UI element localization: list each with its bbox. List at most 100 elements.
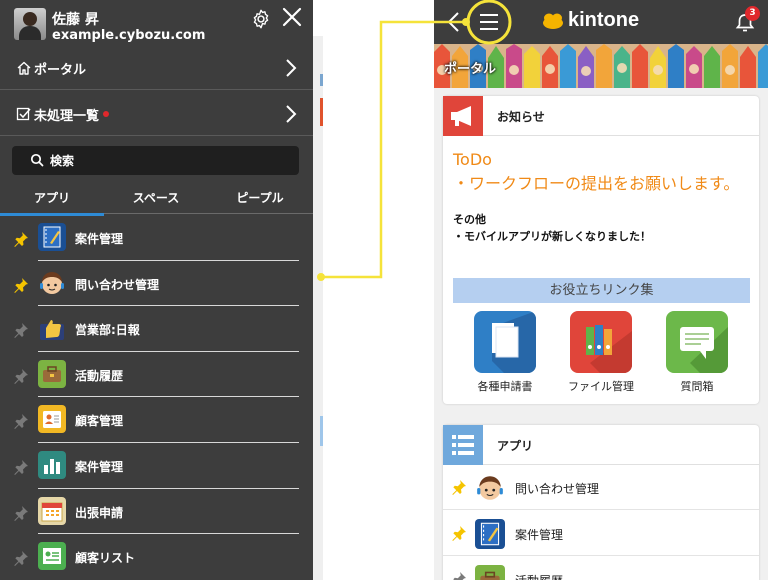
underlying-screen-edge [313,36,323,580]
link-label: 質問箱 [680,380,714,393]
app-name: 問い合わせ管理 [75,277,160,292]
list-item[interactable]: 顧客管理 [0,397,313,443]
divider [443,509,759,510]
search-label: 検索 [50,154,75,168]
app-name: 出張申請 [75,505,124,520]
home-icon [17,61,31,75]
todo-heading: ToDo [453,150,492,169]
pin-icon[interactable] [13,459,29,475]
other-text: その他 ・モバイルアプリが新しくなりました！ [453,211,651,245]
drawer-app-list: 案件管理 問い合わせ管理 営業部:日報 活動履歴 顧客管理 案件管理 出張申請 … [0,215,313,580]
document-icon [474,311,536,373]
megaphone-icon [443,96,483,136]
top-bar: kintone 3 [434,0,768,44]
list-item[interactable]: 出張申請 [0,489,313,535]
list-icon [443,425,483,465]
close-icon[interactable] [281,6,303,28]
other-heading: その他 [453,213,486,226]
list-item[interactable]: 問い合わせ管理 [0,261,313,307]
notice-card: お知らせ ToDo ・ワークフローの提出をお願いします。 その他 ・モバイルアプ… [443,96,759,404]
apps-title: アプリ [497,439,534,453]
list-item[interactable]: 案件管理 [0,443,313,489]
tab-spaces[interactable]: スペース [104,189,208,206]
support-person-icon [38,269,66,297]
todo-text: ToDo ・ワークフローの提出をお願いします。 [453,148,739,196]
list-item[interactable]: 営業部:日報 [0,306,313,352]
pin-icon[interactable] [13,322,29,339]
search-field[interactable]: 検索 [12,146,299,175]
speech-bubble-icon [666,311,728,373]
nav-pending-list[interactable]: 未処理一覧 [0,92,313,136]
address-list-icon [38,542,66,571]
divider [443,555,759,556]
pin-icon[interactable] [13,231,29,247]
links-header: お役立ちリンク集 [453,278,750,303]
list-item[interactable]: 問い合わせ管理 [443,465,759,511]
nav-pending-label: 未処理一覧 [34,105,110,124]
hamburger-menu-icon[interactable] [478,12,500,32]
apps-card: アプリ 問い合わせ管理 案件管理 [443,425,759,580]
user-avatar[interactable] [14,8,46,40]
portal-banner: ポータル [434,44,768,88]
list-item[interactable]: 顧客リスト [0,534,313,580]
back-arrow-icon[interactable] [446,11,460,33]
list-item[interactable]: 活動履歴 [0,352,313,398]
checkbox-icon [16,107,31,121]
app-name: 活動履歴 [75,368,124,383]
pin-icon[interactable] [13,277,29,293]
notification-badge: 3 [745,6,760,21]
useful-links: 各種申請書 ファイル管理 質問箱 [443,311,759,401]
pin-icon[interactable] [13,505,29,521]
screenshot-root: 佐藤 昇 example.cybozu.com ポータル 未処理一覧 検索 アプ… [0,0,768,580]
gear-icon[interactable] [250,8,272,30]
app-name: 案件管理 [75,232,124,246]
binders-icon [570,311,632,373]
contact-card-icon [38,405,66,434]
app-name: 顧客リスト [75,551,136,566]
kintone-logo-icon [543,13,563,29]
link-label: 各種申請書 [477,380,533,393]
peek-accent [320,416,323,446]
notebook-icon [475,519,505,549]
notice-card-header: お知らせ [443,96,759,136]
bar-chart-icon [38,450,66,479]
navigation-drawer: 佐藤 昇 example.cybozu.com ポータル 未処理一覧 検索 アプ… [0,0,313,580]
briefcase-icon [475,565,505,580]
app-name: 案件管理 [515,528,564,542]
app-name: 活動履歴 [515,572,563,580]
support-person-icon [475,473,505,503]
pin-icon[interactable] [451,525,467,541]
app-name: 案件管理 [75,459,124,474]
tab-people[interactable]: ピープル [208,189,312,206]
pin-icon[interactable] [13,368,29,384]
briefcase-icon [38,359,66,388]
list-item[interactable]: 活動履歴 [443,557,759,580]
app-name: 問い合わせ管理 [515,482,600,496]
list-item[interactable]: 案件管理 [0,215,313,261]
portal-title: ポータル [444,62,497,77]
drawer-tabs: アプリ スペース ピープル [0,182,313,216]
pin-icon[interactable] [13,550,29,567]
chevron-right-icon [286,59,297,77]
pin-icon[interactable] [451,571,467,580]
pin-icon[interactable] [13,413,29,430]
peek-accent [320,98,323,126]
user-name: 佐藤 昇 [52,12,99,28]
list-item[interactable]: 案件管理 [443,511,759,557]
link-question-box[interactable]: 質問箱 [651,311,743,394]
notice-title: お知らせ [497,110,545,124]
app-name: 営業部:日報 [75,323,140,338]
search-icon [30,153,44,167]
link-label: ファイル管理 [568,380,634,393]
peek-accent [320,74,323,86]
calendar-icon [38,496,66,525]
notebook-icon [38,223,66,251]
unread-dot [103,111,110,117]
link-file-management[interactable]: ファイル管理 [555,311,647,394]
link-application-forms[interactable]: 各種申請書 [459,311,551,394]
nav-portal-label: ポータル [34,63,87,78]
todo-item: ・ワークフローの提出をお願いします。 [453,174,740,193]
pin-icon[interactable] [451,479,467,495]
tab-apps[interactable]: アプリ [0,189,104,216]
nav-portal[interactable]: ポータル [0,46,313,90]
